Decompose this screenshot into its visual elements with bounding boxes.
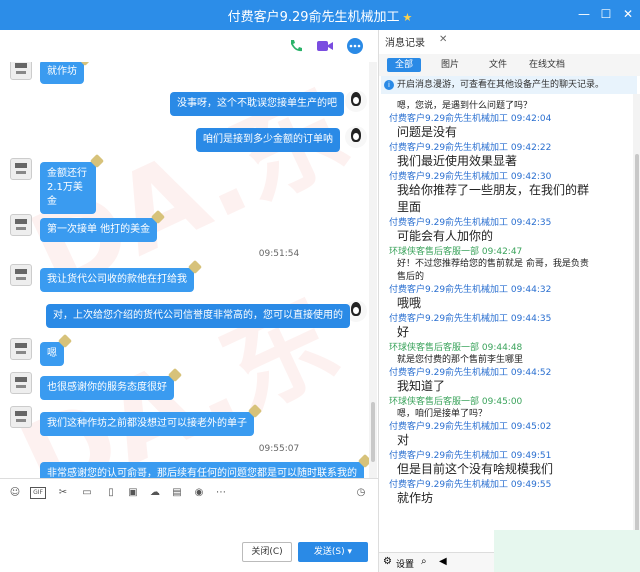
avatar[interactable]	[10, 372, 32, 394]
history-message: 嗯，咱们是接单了吗？	[397, 409, 488, 419]
message-bubble: 我们这种作坊之前都没想过可以接老外的单子	[40, 412, 254, 436]
speaker-icon[interactable]: ◀	[439, 556, 447, 567]
filter-online-docs[interactable]: 在线文档	[521, 58, 573, 72]
history-message: 可能会有人加你的	[397, 229, 494, 243]
history-scrollbar[interactable]	[633, 94, 640, 552]
history-message: 我们最近使用效果显著	[397, 154, 518, 168]
timestamp: 09:51:54	[258, 249, 300, 259]
message-bubble: 没事呀，这个不耽误您接单生产的吧	[170, 92, 344, 116]
message-bubble: 咱们是接到多少金额的订单呐	[196, 128, 340, 152]
history-message: 哦哦	[397, 296, 422, 310]
avatar[interactable]	[10, 338, 32, 360]
history-message: 问题是没有	[397, 125, 458, 139]
media-icon[interactable]: ▤	[170, 487, 184, 499]
history-message: 我知道了	[397, 379, 446, 393]
message-bubble: 金额还行 2.1万美金	[40, 162, 96, 214]
message-bubble: 第一次接单 他打的美金	[40, 218, 158, 242]
history-message: 好	[397, 325, 410, 339]
more-options-icon[interactable]	[346, 38, 364, 54]
avatar[interactable]	[10, 214, 32, 236]
scroll-thumb[interactable]	[371, 402, 375, 462]
history-message: 好！不过您推荐给您的售前就是 俞哥，我是负责	[397, 259, 589, 269]
maximize-button[interactable]: ☐	[598, 6, 614, 22]
message-bubble: 对，上次给您介绍的货代公司信誉度非常高的，您可以直接使用的	[46, 304, 350, 328]
history-message: 对	[397, 433, 410, 447]
message-bubble: 我让货代公司收的款他在打给我	[40, 268, 194, 292]
send-options-chevron-icon[interactable]: ▾	[348, 547, 353, 557]
star-icon[interactable]: ★	[403, 11, 413, 24]
history-message: 售后的	[397, 272, 425, 282]
chat-toolbar	[0, 30, 378, 62]
minimize-button[interactable]: —	[576, 6, 592, 22]
history-message: 我给你推荐了一些朋友，在我们的群	[397, 183, 590, 197]
send-label: 发送(S)	[313, 547, 345, 557]
search-icon[interactable]: ⌕	[421, 556, 427, 567]
avatar[interactable]	[10, 406, 32, 428]
avatar[interactable]	[10, 264, 32, 286]
history-message: 里面	[397, 200, 422, 214]
tab-message-history[interactable]: 消息记录	[385, 34, 425, 49]
history-message: 就是您付费的那个售前李生哪里	[397, 355, 524, 365]
settings-icon[interactable]: ⚙	[383, 556, 392, 567]
cloud-icon[interactable]: ☁	[148, 487, 162, 499]
image-icon[interactable]: ▣	[126, 487, 140, 499]
history-sender-time: 付费客户9.29俞先生机械加工 09:45:02	[389, 422, 552, 432]
message-bubble: 也很感谢你的服务态度很好	[40, 376, 174, 400]
title-bar: 付费客户9.29俞先生机械加工 ★ — ☐ ✕	[0, 0, 640, 30]
notice-text: 开启消息漫游，可查看在其他设备产生的聊天记录。	[397, 80, 605, 90]
message-bubble: 非常感谢您的认可俞哥，那后续有任何的问题您都是可以随时联系我的	[40, 462, 364, 478]
overlay-panel	[494, 530, 640, 572]
avatar[interactable]	[10, 158, 32, 180]
more-icon[interactable]: ⋯	[214, 487, 228, 499]
history-log: 嗯，您说，是遇到什么问题了吗？ 付费客户9.29俞先生机械加工 09:42:04 问…	[379, 94, 633, 552]
message-bubble: 嗯	[40, 342, 64, 366]
video-call-icon[interactable]	[316, 38, 334, 54]
chat-scrollbar[interactable]	[369, 62, 377, 478]
close-button[interactable]: 关闭(C)	[242, 542, 292, 562]
send-button[interactable]: 发送(S) ▾	[298, 542, 368, 562]
avatar[interactable]	[345, 126, 367, 148]
gif-icon[interactable]: GIF	[30, 487, 46, 499]
window-title: 付费客户9.29俞先生机械加工 ★	[227, 10, 413, 25]
message-bubble: 就作坊	[40, 62, 84, 84]
history-message: 嗯，您说，是遇到什么问题了吗？	[397, 101, 533, 111]
message-history-panel: 消息记录 ✕ 全部 图片 文件 在线文档 i 开启消息漫游，可查看在其他设备产生的…	[378, 30, 640, 572]
info-icon: i	[384, 80, 394, 90]
history-sender-time: 付费客户9.29俞先生机械加工 09:44:35	[389, 314, 552, 324]
emoji-icon[interactable]: ☺	[8, 487, 22, 499]
scissors-icon[interactable]: ✂	[56, 487, 70, 499]
message-line: 2.1万美金	[47, 182, 83, 207]
history-filters: 全部 图片 文件 在线文档	[379, 54, 640, 76]
filter-files[interactable]: 文件	[481, 58, 515, 72]
history-message: 就作坊	[397, 491, 434, 505]
scroll-thumb[interactable]	[635, 154, 639, 534]
history-clock-icon[interactable]: ◷	[354, 487, 368, 499]
message-line: 金额还行	[47, 168, 87, 179]
phone-icon[interactable]	[287, 38, 305, 54]
filter-images[interactable]: 图片	[433, 58, 467, 72]
folder-icon[interactable]: ▭	[80, 487, 94, 499]
document-icon[interactable]: ▯	[104, 487, 118, 499]
mic-icon[interactable]: ◉	[192, 487, 206, 499]
settings-label[interactable]: 设置	[396, 557, 414, 570]
roaming-notice[interactable]: i 开启消息漫游，可查看在其他设备产生的聊天记录。	[381, 76, 637, 94]
chat-area: DA.东 DA.东 就作坊 没事呀，这个不耽误您接单生产的吧 咱们是接到多少金额…	[0, 62, 378, 478]
filter-all[interactable]: 全部	[387, 58, 422, 72]
close-tab-icon[interactable]: ✕	[439, 34, 447, 45]
avatar[interactable]	[10, 62, 32, 80]
timestamp: 09:55:07	[258, 444, 300, 454]
history-message: 但是目前这个没有啥规模我们	[397, 462, 554, 476]
close-window-button[interactable]: ✕	[620, 6, 636, 22]
avatar[interactable]	[345, 90, 367, 112]
